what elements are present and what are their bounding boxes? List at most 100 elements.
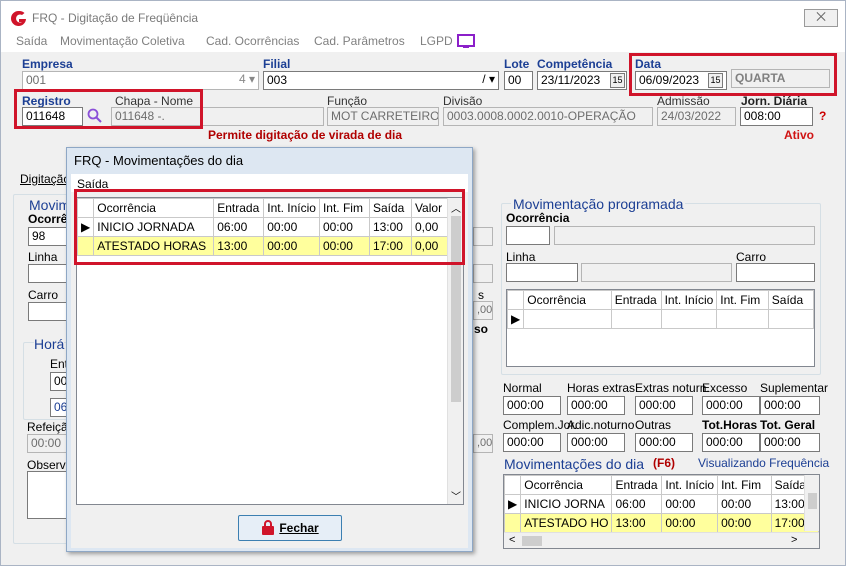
table-cell[interactable]: INICIO JORNA [520,494,613,514]
table-cell[interactable]: INICIO JORNADA [93,217,215,237]
totals-label: Excesso [702,381,748,395]
lote-input[interactable]: 00 [504,71,533,90]
table-row[interactable]: ATESTADO HO 13:00 00:00 00:00 17:00 [504,513,819,533]
scroll-down-icon[interactable]: ﹀ [451,488,461,503]
totals-field[interactable]: 000:00 [635,433,693,452]
column-header[interactable]: Int. Início [660,290,718,310]
ocorrencia-label: Ocorrê [28,212,68,226]
table-cell[interactable]: 00:00 [661,513,719,533]
totals-field[interactable]: 000:00 [760,396,820,415]
programada-grid[interactable]: Ocorrência Entrada Int. Início Int. Fim Saíd… [506,289,815,367]
totals-field[interactable]: 000:00 [567,396,625,415]
column-header[interactable]: Entrada [213,198,265,218]
registro-label: Registro [22,94,71,108]
table-cell[interactable]: 00:00 [318,236,370,256]
registro-input[interactable]: 011648 [22,107,83,126]
totals-field[interactable]: 000:00 [503,396,561,415]
admissao-display: 24/03/2022 [657,107,736,126]
column-header[interactable]: Int. Início [661,475,719,495]
menu-cad-ocorrencias[interactable]: Cad. Ocorrências [206,34,299,48]
column-header[interactable]: Entrada [611,475,663,495]
table-cell[interactable]: ATESTADO HORAS [93,236,215,256]
calendar-icon[interactable]: 15 [708,73,723,88]
table-cell[interactable]: 00:00 [318,217,370,237]
table-cell[interactable]: 13:00 [611,513,663,533]
prog-linha-input[interactable] [506,263,578,282]
table-cell[interactable]: 00:00 [263,236,320,256]
mid-label: so [474,322,489,336]
filial-select[interactable]: 003/ ▾ [263,71,499,90]
table-row[interactable]: ▶ INICIO JORNADA 06:00 00:00 00:00 13:00 0,00 [76,217,454,237]
table-row[interactable]: ▶ INICIO JORNA 06:00 00:00 00:00 13:00 [504,494,819,514]
table-cell[interactable]: 00:00 [717,513,772,533]
help-icon[interactable]: ? [819,109,826,123]
table-cell[interactable]: 13:00 [368,217,412,237]
menu-movimentacao-coletiva[interactable]: Movimentação Coletiva [60,34,185,48]
table-cell[interactable]: 06:00 [213,217,265,237]
dialog-menu-saida[interactable]: Saída [77,177,108,191]
table-cell[interactable]: ATESTADO HO [520,513,613,533]
movdia-title: Movimentações do dia [504,456,645,472]
table-cell[interactable]: 17:00 [368,236,412,256]
column-header[interactable]: Ocorrência [520,475,613,495]
totals-field[interactable]: 000:00 [503,433,561,452]
dialog-vscroll[interactable]: ︿ ﹀ [447,198,463,504]
horarios-title: Horá [34,336,65,352]
programada-title: Movimentação programada [511,196,686,212]
column-header[interactable]: Ocorrência [523,290,612,310]
f6-shortcut: (F6) [653,456,675,470]
totals-field[interactable]: 000:00 [702,433,760,452]
close-button[interactable]: ⨉ [804,9,838,27]
divisao-display: 0003.0008.0002.0010-OPERAÇÃO [443,107,653,126]
menu-lgpd[interactable]: LGPD [420,34,453,48]
jornada-input[interactable]: 008:00 [740,107,813,126]
monitor-icon[interactable] [457,34,475,49]
tab-digitacao[interactable]: Digitação [20,172,70,186]
chapa-label: Chapa - Nome [115,94,194,108]
prog-linha-desc [581,263,732,282]
column-header[interactable]: Entrada [610,290,662,310]
empresa-select[interactable]: 001 4 ▾ [22,71,259,90]
funcao-label: Função [327,94,368,108]
prog-ocorrencia-input[interactable] [506,226,550,245]
totals-field[interactable]: 000:00 [760,433,820,452]
table-cell[interactable]: 06:00 [611,494,663,514]
table-row[interactable]: ATESTADO HORAS 13:00 00:00 00:00 17:00 0,00 [76,236,454,256]
scroll-up-icon[interactable]: ︿ [451,200,461,215]
row-indicator [76,236,95,256]
column-header[interactable]: Int. Fim [717,475,772,495]
table-cell[interactable]: 00:00 [661,494,719,514]
totals-label: Outras [635,418,672,432]
column-header[interactable]: Saída [368,198,412,218]
title-bar: FRQ - Digitação de Freqüência ⨉ [1,1,845,32]
prog-ocorrencia-desc [554,226,815,245]
column-header[interactable]: Int. Fim [318,198,370,218]
menu-cad-parametros[interactable]: Cad. Parâmetros [314,34,405,48]
totals-label: Adic.noturno [567,418,635,432]
row-indicator: ▶ [504,494,522,514]
totals-label: Tot.Horas [702,418,758,432]
column-header[interactable]: Int. Fim [716,290,769,310]
calendar-icon[interactable]: 15 [610,73,625,88]
column-header[interactable]: Ocorrência [93,198,215,218]
movdia-vscroll[interactable] [804,475,819,531]
table-cell[interactable]: 00:00 [263,217,320,237]
column-header[interactable]: Int. Início [263,198,320,218]
table-row[interactable]: ▶ [506,309,815,329]
linha-label: Linha [28,250,58,264]
fechar-button[interactable]: Fechar [238,515,342,541]
dialog-grid[interactable]: Ocorrência Entrada Int. Início Int. Fim Saíd… [76,197,464,505]
table-cell[interactable]: 00:00 [717,494,772,514]
movdia-hscroll[interactable]: < > [504,532,819,548]
mid-field: ,00 [473,301,493,320]
search-icon[interactable] [87,108,103,124]
totals-field[interactable]: 000:00 [567,433,625,452]
totals-field[interactable]: 000:00 [702,396,760,415]
totals-label: Tot. Geral [760,418,816,432]
menu-saida[interactable]: Saída [16,34,47,48]
table-cell[interactable]: 13:00 [213,236,265,256]
prog-carro-input[interactable] [736,263,815,282]
movdia-grid[interactable]: Ocorrência Entrada Int. Início Int. Fim Saíd… [503,474,820,549]
totals-field[interactable]: 000:00 [635,396,693,415]
column-header[interactable]: Saída [767,290,815,310]
